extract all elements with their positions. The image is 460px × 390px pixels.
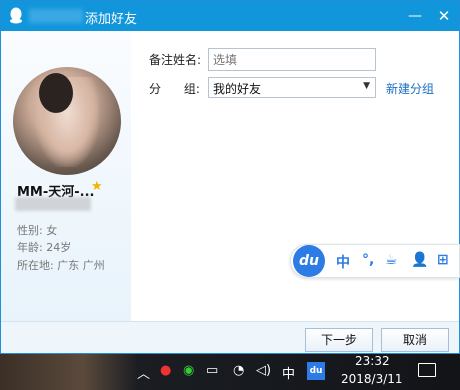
title-bar[interactable]: 添加好友 — ✕ [1, 1, 459, 31]
location-text: 所在地: 广东 广州 [17, 259, 105, 272]
green-tray-icon[interactable]: ◉ [183, 363, 194, 378]
next-button[interactable]: 下一步 [305, 328, 373, 352]
group-label: 分 组: [149, 82, 200, 96]
ime-user-icon[interactable]: 👤 [411, 252, 428, 268]
cancel-button[interactable]: 取消 [381, 328, 449, 352]
group-select[interactable]: 我的好友 ▼ [208, 77, 376, 98]
battery-icon[interactable]: ▭ [206, 363, 218, 378]
blurred-account-id [15, 197, 91, 211]
clock-date[interactable]: 2018/3/11 [341, 372, 403, 386]
avatar-hair [39, 73, 73, 113]
qq-penguin-icon [10, 7, 22, 24]
star-icon: ★ [91, 179, 103, 194]
ime-punctuation-icon[interactable]: °, [362, 252, 374, 268]
clock-time[interactable]: 23:32 [355, 354, 390, 368]
ime-chinese-mode[interactable]: 中 [336, 252, 350, 272]
blurred-title-region [29, 9, 83, 23]
dropdown-arrow-icon: ▼ [363, 81, 370, 91]
minimize-button[interactable]: — [404, 5, 426, 27]
baidu-ime-tray-icon[interactable]: du [307, 362, 325, 380]
ime-skin-icon[interactable]: ☕ [385, 252, 398, 268]
group-select-value: 我的好友 [213, 82, 262, 96]
gender-text: 性别: 女 [17, 224, 58, 237]
dialog-footer: 下一步 取消 [1, 321, 459, 353]
avatar [13, 67, 121, 175]
notification-icon[interactable] [418, 363, 436, 377]
remark-label: 备注姓名: [149, 53, 202, 67]
close-button[interactable]: ✕ [433, 5, 455, 27]
profile-panel: MM-天河-... ★ 性别: 女 年龄: 24岁 所在地: 广东 广州 [1, 31, 131, 321]
taskbar: ︿ ● ◉ ▭ ◔ ◁) 中 du 23:32 2018/3/11 [0, 354, 460, 390]
qq-tray-icon[interactable]: ● [160, 363, 171, 378]
ime-mode-indicator[interactable]: 中 [282, 363, 295, 382]
add-friend-dialog: 添加好友 — ✕ MM-天河-... ★ 性别: 女 年龄: 24岁 所在地: … [0, 0, 460, 354]
tray-expand-icon[interactable]: ︿ [137, 363, 150, 382]
volume-icon[interactable]: ◁) [256, 363, 271, 378]
ime-grid-icon[interactable]: ⊞ [437, 252, 449, 268]
ime-toolbar[interactable]: du 中 °, ☕ 👤 ⊞ [290, 244, 460, 278]
remark-input[interactable] [208, 48, 376, 71]
baidu-ime-logo-icon[interactable]: du [293, 245, 325, 277]
window-title: 添加好友 [85, 12, 138, 27]
wifi-icon[interactable]: ◔ [233, 363, 244, 378]
age-text: 年龄: 24岁 [17, 241, 72, 254]
new-group-link[interactable]: 新建分组 [386, 80, 434, 97]
